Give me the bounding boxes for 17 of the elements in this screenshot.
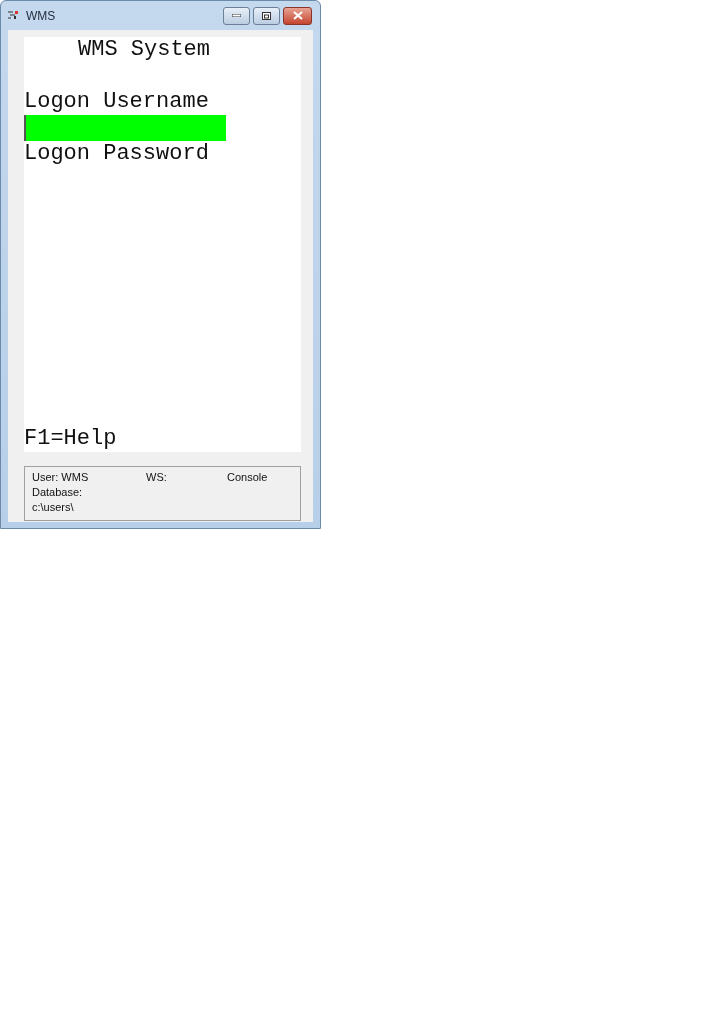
input-field[interactable] bbox=[24, 115, 226, 141]
field-label: Logon Password bbox=[24, 141, 209, 167]
screen-title: WMS System bbox=[77, 37, 211, 63]
help-hint: F1=Help bbox=[24, 426, 117, 452]
status-text: User: WMS bbox=[32, 470, 89, 483]
status-text: Console bbox=[227, 470, 268, 483]
window-title: WMS bbox=[26, 8, 57, 23]
status-text: c:\users\ bbox=[32, 500, 74, 513]
maximize-button[interactable] bbox=[253, 6, 280, 25]
close-icon bbox=[292, 11, 303, 20]
status-text: Database: bbox=[32, 485, 83, 498]
minimize-icon bbox=[232, 14, 241, 17]
app-icon bbox=[8, 11, 19, 20]
status-text: WS: bbox=[146, 470, 167, 483]
restore-icon bbox=[262, 11, 271, 20]
close-button[interactable] bbox=[283, 6, 312, 25]
field-label: Logon Username bbox=[24, 89, 209, 115]
